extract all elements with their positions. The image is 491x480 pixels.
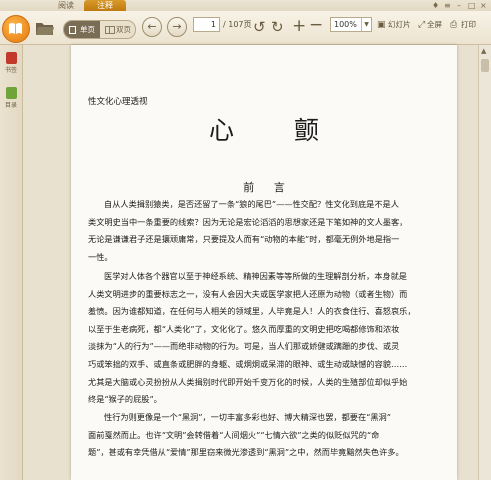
zoom-in-icon[interactable]: +: [292, 16, 306, 36]
fullscreen-icon: ⤢: [418, 20, 426, 30]
page-title: 心 颤: [209, 116, 345, 145]
zoom-select[interactable]: 100% ▼: [330, 17, 372, 32]
slideshow-button[interactable]: 幻灯片: [388, 17, 411, 32]
sidebar-item-label: 目录: [4, 102, 17, 109]
page-number-input[interactable]: 1: [193, 17, 220, 32]
table-of-contents-icon: [5, 87, 17, 99]
single-page-icon: [69, 26, 76, 34]
app-logo-icon[interactable]: [2, 15, 30, 43]
menu-icon[interactable]: ≡: [444, 0, 451, 11]
vertical-scrollbar[interactable]: ▲: [478, 45, 491, 480]
scrollbar-thumb[interactable]: [481, 59, 489, 72]
left-sidebar: 书签 目录: [0, 45, 23, 480]
arrow-right-icon: →: [172, 20, 182, 33]
minimize-icon[interactable]: –: [457, 0, 461, 11]
paragraph: 自从人类揖别猿类，是否还留了一条“狼的尾巴”——性交配？性文化到底是不是人 类文…: [88, 199, 408, 262]
print-icon: ⎙: [450, 20, 458, 30]
fullscreen-button[interactable]: 全屏: [427, 17, 442, 32]
zoom-out-icon[interactable]: −: [309, 15, 323, 35]
rotate-right-icon[interactable]: ↻: [271, 18, 284, 36]
paragraph: 医学对人体各个器官以至于神经系统、精神因素等等所做的生理解剖分析，本身就是 人类…: [88, 271, 416, 405]
skin-icon[interactable]: ♦: [432, 0, 439, 11]
rotate-left-icon[interactable]: ↺: [253, 18, 266, 36]
slideshow-icon: ▣: [377, 20, 386, 30]
sidebar-item-toc[interactable]: 目录: [3, 87, 19, 109]
toolbar: 单页 双页 ← → 1 / 107页 ↺ ↻ + − 100% ▼ ▣ 幻灯片 …: [0, 11, 491, 45]
book-page: 性文化心理透视 心 颤 前 言 自从人类揖别猿类，是否还留了一条“狼的尾巴”——…: [71, 45, 457, 480]
tab-annotate[interactable]: 注释: [84, 0, 126, 11]
double-page-icon: [105, 26, 115, 34]
open-folder-icon[interactable]: [35, 20, 55, 37]
maximize-icon[interactable]: □: [468, 0, 476, 11]
arrow-left-icon: ←: [147, 20, 157, 33]
document-viewer: 性文化心理透视 心 颤 前 言 自从人类揖别猿类，是否还留了一条“狼的尾巴”——…: [23, 45, 478, 480]
chevron-down-icon: ▼: [361, 18, 371, 31]
running-head: 性文化心理透视: [88, 97, 148, 107]
bookmark-icon: [5, 52, 17, 64]
page-total-label: / 107页: [223, 20, 252, 29]
print-button[interactable]: 打印: [461, 17, 476, 32]
scroll-up-icon[interactable]: ▲: [481, 47, 486, 55]
tab-read[interactable]: 阅读: [48, 0, 84, 11]
sidebar-item-bookmarks[interactable]: 书签: [3, 52, 19, 74]
prev-page-button[interactable]: ←: [142, 17, 162, 37]
next-page-button[interactable]: →: [167, 17, 187, 37]
paragraph: 性行为则更像是一个“黑洞”，一切丰富多彩也好、博大精深也罢，都要在“黑洞” 面前…: [88, 412, 404, 458]
close-icon[interactable]: ×: [480, 0, 487, 11]
section-heading: 前 言: [243, 181, 293, 194]
sidebar-item-label: 书签: [4, 67, 17, 74]
view-mode-toggle: 单页 双页: [63, 20, 136, 39]
